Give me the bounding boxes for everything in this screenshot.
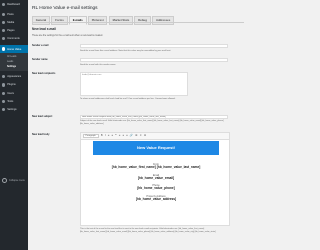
align-center-button[interactable]: ≡ (122, 134, 124, 137)
subject-field[interactable]: New Home Value Request from [hb_home_val… (80, 115, 228, 120)
body-editor[interactable]: Paragraph B I ≡ ≡ ❝ ≡ ≡ ≡ 🔗 ⊞ ✕ ⊟ New Va… (80, 132, 230, 226)
settings-icon (2, 107, 6, 112)
tab-pinterest[interactable]: Pinterest (87, 16, 108, 25)
admin-sidebar: Dashboard Posts Media Pages Comments Hom… (0, 0, 28, 250)
section-title: New lead e-mail (32, 27, 56, 31)
toolbar-toggle-button[interactable]: ⊟ (144, 134, 146, 137)
pages-icon (2, 29, 6, 33)
sender-email-label: Sender e-mail (32, 44, 49, 47)
users-icon (2, 91, 6, 95)
submenu-settings[interactable]: Settings (0, 65, 28, 70)
tab-addresses[interactable]: Addresses (152, 16, 175, 25)
recipients-textarea[interactable]: leads@domain.com (80, 72, 188, 96)
posts-icon (2, 12, 6, 16)
blockquote-button[interactable]: ❝ (115, 134, 116, 137)
sender-name-label: Sender name (32, 58, 48, 61)
section-intro: These are the settings for the e-mail se… (32, 35, 103, 37)
bullet-list-button[interactable]: ≡ (108, 134, 110, 137)
tab-forms[interactable]: Forms (51, 16, 68, 25)
subject-label: New lead subject (32, 115, 53, 118)
sidebar-item-settings[interactable]: Settings (0, 105, 28, 113)
align-left-button[interactable]: ≡ (119, 134, 121, 137)
body-label: New lead body (32, 133, 50, 136)
recipients-label: New lead recipients (32, 72, 56, 75)
email-from-value: [hb_home_value_first_name] [hb_home_valu… (111, 165, 201, 169)
dashboard-icon (2, 2, 6, 6)
sender-email-help: Send the e-mail from this e-mail address… (80, 50, 171, 52)
format-select[interactable]: Paragraph (82, 133, 99, 138)
sidebar-item-posts[interactable]: Posts (0, 10, 28, 18)
email-email-value: [hb_home_value_email] (137, 175, 175, 180)
more-button[interactable]: ⊞ (135, 134, 137, 137)
align-right-button[interactable]: ≡ (126, 134, 128, 137)
tab-general[interactable]: General (32, 16, 51, 25)
email-address-value: [hb_home_value_address] (135, 196, 177, 201)
sidebar-item-plugins[interactable]: Plugins (0, 81, 28, 89)
sender-name-help: Send the e-mail with this sender name. (80, 64, 116, 66)
recipients-help: To whom e-mail addresses shall each lead… (80, 98, 176, 100)
body-help: This is the text of the e-mail to the ne… (80, 228, 216, 233)
bold-button[interactable]: B (101, 134, 103, 137)
tab-debug[interactable]: Debug (134, 16, 151, 25)
sidebar-item-home-value[interactable]: Home Value (0, 44, 28, 54)
italic-button[interactable]: I (105, 134, 106, 137)
appearance-icon (2, 75, 6, 79)
plugins-icon (2, 83, 6, 87)
email-phone-value: [hb_home_value_phone] (137, 186, 175, 191)
sidebar-item-comments[interactable]: Comments (0, 35, 28, 43)
sidebar-item-users[interactable]: Users (0, 89, 28, 97)
page-title: RL Home Value e-mail settings (32, 6, 98, 11)
sidebar-item-tools[interactable]: Tools (0, 97, 28, 105)
numbered-list-button[interactable]: ≡ (111, 134, 113, 137)
sender-name-field[interactable] (80, 58, 228, 63)
sidebar-item-media[interactable]: Media (0, 18, 28, 26)
collapse-icon (2, 178, 7, 183)
sidebar-item-pages[interactable]: Pages (0, 27, 28, 35)
tab-emails[interactable]: E-mails (68, 16, 87, 25)
sidebar-item-dashboard[interactable]: Dashboard (0, 0, 28, 8)
unlink-button[interactable]: ✕ (140, 134, 142, 137)
email-heading: New Value Request! (93, 140, 219, 155)
settings-tabs: General Forms E-mails Pinterest Market S… (32, 16, 175, 25)
collapse-menu-button[interactable]: Collapse menu (2, 178, 25, 183)
sender-email-field[interactable] (80, 44, 228, 49)
home-value-icon (2, 47, 6, 51)
home-value-submenu: All Leads Leads Settings (0, 53, 28, 71)
subject-help: Subject of the new lead e-mail. Valid sh… (80, 120, 224, 125)
email-body: From [hb_home_value_first_name] [hb_home… (93, 155, 219, 225)
sidebar-item-appearance[interactable]: Appearance (0, 73, 28, 81)
editor-toolbar: Paragraph B I ≡ ≡ ❝ ≡ ≡ ≡ 🔗 ⊞ ✕ ⊟ (81, 133, 229, 140)
tools-icon (2, 99, 6, 103)
tab-market-stats[interactable]: Market Stats (108, 16, 134, 25)
media-icon (2, 20, 6, 25)
link-button[interactable]: 🔗 (130, 134, 133, 137)
comments-icon (2, 37, 6, 41)
